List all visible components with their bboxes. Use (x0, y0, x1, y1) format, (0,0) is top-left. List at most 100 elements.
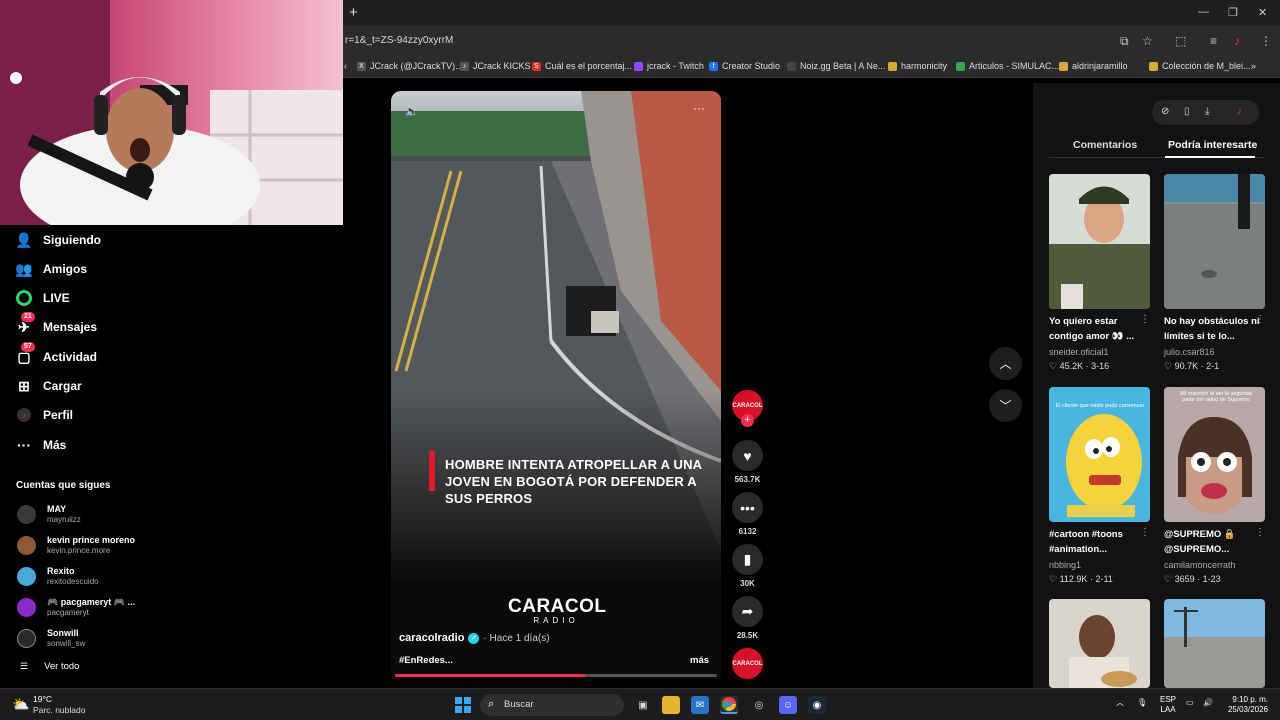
x-logo-icon: X (357, 61, 366, 71)
bookmark-item[interactable]: X JCrack (@JCrackTV)... (357, 61, 463, 71)
discord-icon[interactable]: ☺ (779, 696, 797, 714)
following-account[interactable]: kevin prince moreno kevin.prince.more (17, 535, 135, 555)
windows-start-icon[interactable] (454, 696, 472, 714)
minimize-icon[interactable]: — (1198, 6, 1209, 18)
nav-item-live[interactable]: LIVE (15, 289, 70, 307)
bookmark-item[interactable]: harmonicity (888, 61, 947, 71)
comment-button[interactable]: ••• 6132 (732, 492, 763, 536)
share-button[interactable]: ➦ 28.5K (732, 596, 763, 640)
following-account[interactable]: Rexito rexitodescuido (17, 566, 99, 586)
video-progress-bar[interactable] (395, 674, 717, 677)
author-name[interactable]: caracolradio (399, 632, 464, 644)
taskbar-search[interactable]: ⌕ Buscar (480, 694, 624, 716)
bookmark-item[interactable]: jcrack - Twitch (634, 61, 704, 71)
compass-icon[interactable]: ⊘ (1161, 106, 1169, 117)
recommended-video-title[interactable]: No hay obstáculos ni límites si te lo... (1164, 314, 1262, 344)
bookmark-item[interactable]: f Creator Studio (709, 61, 780, 71)
card-options-icon[interactable]: ⋮ (1255, 527, 1265, 538)
network-icon[interactable]: ▭ (1186, 698, 1194, 708)
tiktok-extension-icon[interactable]: ♪ (1234, 34, 1240, 48)
recommended-video-title[interactable]: #cartoon #toons #animation... (1049, 527, 1147, 557)
app-icon[interactable]: ◎ (750, 696, 768, 714)
volume-icon[interactable]: 🔈 (405, 105, 419, 118)
download-icon[interactable]: ⤓ (1205, 106, 1209, 117)
follow-plus-icon[interactable]: + (741, 414, 754, 427)
video-author[interactable]: caracolradio ✓ · Hace 1 día(s) (399, 632, 550, 644)
language-indicator[interactable]: ESP LAA (1160, 695, 1176, 715)
following-account[interactable]: 🎮 pacgameryt 🎮 ... pacgameryt (17, 597, 135, 617)
video-caption: #EnRedes... (399, 655, 453, 666)
bookmark-item[interactable]: Colección de M_blei... (1149, 61, 1251, 71)
next-video-button[interactable]: ﹀ (989, 389, 1022, 422)
volume-icon[interactable]: 🔊 (1203, 698, 1213, 708)
recommended-video-thumb[interactable]: El cliente que nadie pudo convencer (1049, 387, 1150, 522)
outlook-icon[interactable]: ✉ (691, 696, 709, 714)
nav-item-messages[interactable]: ✈ 21 Mensajes (15, 312, 97, 336)
nav-item-upload[interactable]: ⊞ Cargar (15, 377, 82, 395)
card-options-icon[interactable]: ⋮ (1140, 527, 1150, 538)
task-view-icon[interactable]: ▣ (634, 696, 652, 714)
bookmark-item[interactable]: ♪ JCrack KICKS (460, 61, 531, 71)
clock[interactable]: 9:10 p. m. 25/03/2026 (1224, 695, 1268, 715)
following-account[interactable]: MAY mayruiizz (17, 504, 81, 524)
bookmark-item[interactable]: S Cuál es el porcentaj... (532, 61, 632, 71)
nav-item-more[interactable]: ··· Más (15, 436, 66, 454)
save-button[interactable]: ▮ 30K (732, 544, 763, 588)
music-disc-button[interactable]: CARACOL (732, 648, 763, 679)
extensions-icon[interactable]: ⬚ (1175, 34, 1186, 48)
account-name: Rexito (47, 566, 75, 576)
chrome-icon[interactable] (720, 696, 738, 714)
see-all-button[interactable]: ☰ Ver todo (20, 661, 79, 672)
weather-temperature[interactable]: 19°C (33, 694, 52, 704)
weather-icon[interactable]: ⛅ (12, 696, 29, 713)
video-options-icon[interactable]: ··· (693, 101, 705, 115)
recommended-video-author[interactable]: camilamoncerrath (1164, 560, 1236, 570)
bookmark-star-icon[interactable]: ☆ (1142, 34, 1153, 48)
install-app-icon[interactable]: ⧉ (1120, 34, 1129, 49)
recommended-video-thumb[interactable]: Mi reacción al ver la segunda parte del … (1164, 387, 1265, 522)
tray-overflow-icon[interactable]: ︿ (1116, 698, 1124, 708)
nav-item-profile[interactable]: ♪ Perfil (15, 406, 73, 424)
steam-icon[interactable]: ◉ (808, 696, 826, 714)
new-tab-button[interactable]: + (349, 4, 358, 21)
following-account[interactable]: Sonwill sonwill_sw (17, 628, 85, 648)
device-icon[interactable]: ▯ (1184, 106, 1190, 117)
restore-icon[interactable]: ❐ (1228, 6, 1238, 19)
recommended-video-title[interactable]: Yo quiero estar contigo amor 👀 ... (1049, 314, 1147, 344)
recommended-video-title[interactable]: @SUPREMO 🔒 @SUPREMO... (1164, 527, 1262, 557)
account-name: MAY (47, 504, 67, 514)
media-icon[interactable]: ≡ (1210, 34, 1217, 48)
address-bar[interactable]: r=1&_t=ZS-94zzy0xyrrM ⧉ ☆ ⬚ ≡ ♪ ⋮ (343, 26, 1280, 58)
recommended-video-thumb[interactable] (1049, 599, 1150, 688)
microphone-icon[interactable]: 🎙 (1137, 698, 1147, 708)
recommended-video-thumb[interactable] (1049, 174, 1150, 309)
recommended-video-author[interactable]: sneider.oficial1 (1049, 347, 1109, 357)
url-text[interactable]: r=1&_t=ZS-94zzy0xyrrM (345, 35, 453, 46)
recommended-video-thumb[interactable] (1164, 174, 1265, 309)
file-explorer-icon[interactable] (662, 696, 680, 714)
recommended-video-author[interactable]: nbbing1 (1049, 560, 1081, 570)
bookmark-item[interactable]: Noiz.gg Beta | A Ne... (787, 61, 885, 71)
tab-might-interest[interactable]: Podría interesarte (1168, 139, 1257, 151)
weather-description[interactable]: Parc. nublado (33, 705, 85, 715)
windows-taskbar: ⛅ 19°C Parc. nublado ⌕ Buscar ▣ ✉ ◎ ☺ ◉ … (0, 688, 1280, 720)
tab-comments[interactable]: Comentarios (1073, 139, 1137, 151)
close-icon[interactable]: ✕ (1258, 6, 1267, 19)
bookmark-item[interactable]: Articulos - SIMULAC... (956, 61, 1059, 71)
menu-dots-icon[interactable]: ⋮ (1260, 34, 1272, 48)
card-options-icon[interactable]: ⋮ (1140, 314, 1150, 325)
like-button[interactable]: ♥ 563.7K (732, 440, 763, 484)
more-caption-button[interactable]: más (690, 655, 709, 666)
avatar (17, 504, 36, 524)
recommended-video-thumb[interactable] (1164, 599, 1265, 688)
bookmark-item[interactable]: aldrinjaramillo (1059, 61, 1128, 71)
more-bookmarks-button[interactable]: » (1251, 61, 1256, 71)
video-player[interactable]: 🔈 ··· (391, 91, 721, 581)
nav-item-following[interactable]: 👤 Siguiendo (15, 231, 101, 249)
previous-video-button[interactable]: ︿ (989, 347, 1022, 380)
card-options-icon[interactable]: ⋮ (1255, 314, 1265, 325)
nav-item-activity[interactable]: ▢ 57 Actividad (15, 342, 97, 366)
tiktok-icon[interactable]: ♪ (1237, 106, 1242, 117)
nav-item-friends[interactable]: 👥 Amigos (15, 260, 87, 278)
recommended-video-author[interactable]: julio.csar816 (1164, 347, 1215, 357)
